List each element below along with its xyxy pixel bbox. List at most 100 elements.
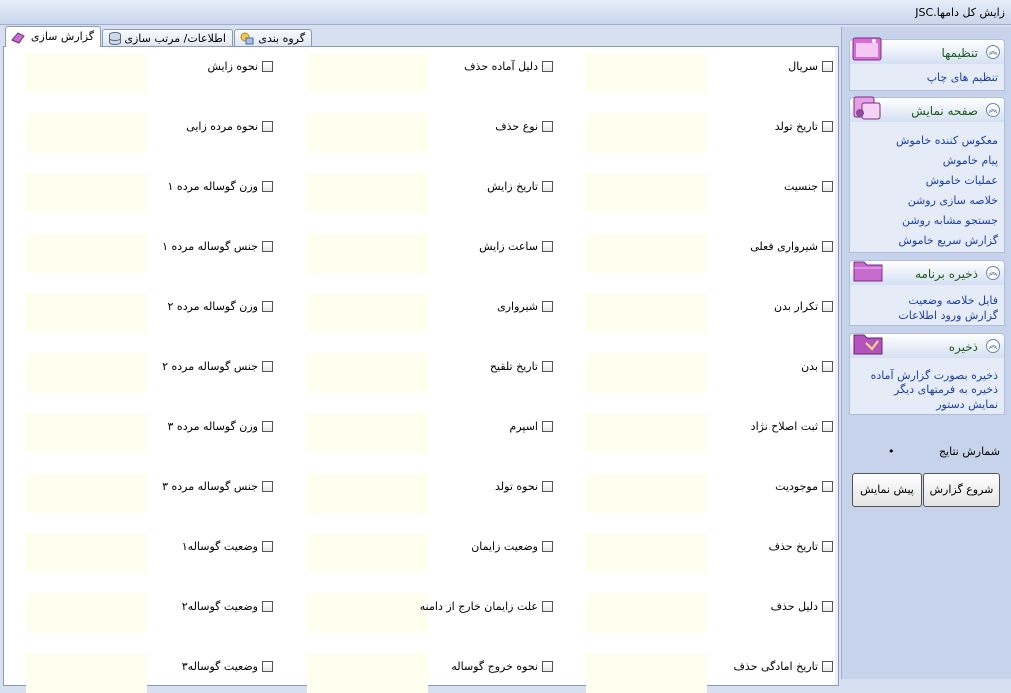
field-value-cell [586,113,707,153]
window-title: زايش کل دامها.JSC [915,6,1005,19]
group-header-settings[interactable]: تنظيمها ︽ [849,37,1005,65]
group-header-save[interactable]: ذخيره ︽ [849,333,1005,359]
field-checkbox[interactable] [262,541,273,552]
field-value-cell [586,473,707,513]
link-operations-off[interactable]: عمليات خاموش [926,174,998,187]
field-checkbox[interactable] [542,601,553,612]
field-checkbox[interactable] [542,541,553,552]
link-similar-search-on[interactable]: جستجو مشابه روشن [902,214,998,227]
group-body-save: ذخيره بصورت گزارش آماده ذخيره به فرمتهای… [849,358,1005,415]
settings-window-icon [852,37,882,61]
field-value-cell [307,53,428,93]
field-label: نحوه خروج گوساله [451,660,538,673]
field-checkbox[interactable] [822,181,833,192]
field-checkbox[interactable] [262,361,273,372]
field-checkbox[interactable] [542,121,553,132]
field-label: وضعيت گوساله۱ [181,540,258,553]
tab-data-sort[interactable]: اطلاعات/ مرتب سازی [102,29,233,46]
field-checkbox[interactable] [822,121,833,132]
vertical-scrollbar[interactable] [835,47,838,685]
field-label: وزن گوساله مرده ۳ [167,420,258,433]
tab-grouping[interactable]: گروه بندی [234,29,312,46]
field-checkbox[interactable] [262,181,273,192]
field-checkbox[interactable] [822,301,833,312]
collapse-icon[interactable]: ︽ [986,45,1000,59]
field-checkbox[interactable] [822,541,833,552]
field-checkbox[interactable] [542,361,553,372]
field-checkbox[interactable] [822,421,833,432]
field-value-cell [26,593,147,633]
field-checkbox[interactable] [262,601,273,612]
field-checkbox[interactable] [822,61,833,72]
link-summary-on[interactable]: خلاصه سازی روشن [908,194,998,207]
link-status-summary-file[interactable]: فايل خلاصه وضعيت [908,294,998,307]
field-checkbox[interactable] [822,481,833,492]
field-checkbox[interactable] [822,661,833,672]
field-label: جنس گوساله مرده ۲ [162,360,258,373]
start-report-button[interactable]: شروع گزارش [923,473,1000,507]
save-folder-icon [853,334,883,355]
field-checkbox[interactable] [542,61,553,72]
field-value-cell [307,533,428,573]
field-value-cell [26,413,147,453]
database-icon [109,32,121,45]
link-data-entry-report[interactable]: گزارش ورود اطلاعات [898,309,998,322]
field-value-cell [586,413,707,453]
link-save-as-ready-report[interactable]: ذخيره بصورت گزارش آماده [871,369,998,382]
field-value-cell [26,533,147,573]
collapse-icon[interactable]: ︽ [986,266,1000,280]
display-icon [853,96,881,120]
collapse-icon[interactable]: ︽ [986,339,1000,353]
tab-report-builder[interactable]: گزارش سازی [5,26,101,47]
field-checkbox[interactable] [822,361,833,372]
link-inverter-off[interactable]: معکوس کننده خاموش [896,134,998,147]
group-header-display[interactable]: صفحه نمايش ︽ [849,96,1005,123]
field-value-cell [307,413,428,453]
field-checkbox[interactable] [542,181,553,192]
field-label: بدن [801,360,818,373]
tab-label: اطلاعات/ مرتب سازی [124,32,226,45]
field-label: تاريخ زايش [487,180,538,193]
field-label: نحوه تولد [495,480,538,493]
field-label: نوع حذف [495,120,538,133]
group-header-save-program[interactable]: ذخيره برنامه ︽ [849,260,1005,286]
field-checkbox[interactable] [542,301,553,312]
field-label: دليل حذف [770,600,818,613]
field-label: جنس گوساله مرده ۱ [162,240,258,253]
field-checkbox[interactable] [822,241,833,252]
link-print-settings[interactable]: تنظيم های چاپ [927,71,998,84]
field-checkbox[interactable] [262,301,273,312]
field-label: شيرواری [497,300,538,313]
field-value-cell [26,473,147,513]
field-checkbox[interactable] [262,241,273,252]
task-sidebar: تنظيمها ︽ تنظيم های چاپ صفحه نمايش ︽ معک… [841,27,1011,679]
field-checkbox[interactable] [542,241,553,252]
field-label: ساعت زايش [479,240,538,253]
preview-button[interactable]: پيش نمايش [852,473,922,507]
field-label: شيرواری فعلی [750,240,818,253]
link-show-command[interactable]: نمايش دستور [936,398,998,411]
field-value-cell [26,233,147,273]
field-checkbox[interactable] [262,481,273,492]
field-value-cell [307,233,428,273]
link-message-off[interactable]: پيام خاموش [943,154,998,167]
field-checkbox[interactable] [262,121,273,132]
field-checkbox[interactable] [542,661,553,672]
field-label: موجوديت [775,480,818,493]
field-label: سريال [788,60,818,73]
link-quick-report-off[interactable]: گزارش سريع خاموش [899,234,998,247]
group-title: صفحه نمايش [911,104,978,118]
field-checkbox[interactable] [822,601,833,612]
field-checkbox[interactable] [262,61,273,72]
field-checkbox[interactable] [262,421,273,432]
group-body-settings: تنظيم های چاپ [849,64,1005,91]
field-checkbox[interactable] [542,481,553,492]
collapse-icon[interactable]: ︽ [986,103,1000,117]
field-label: نحوه مرده زايی [186,120,258,133]
link-save-other-formats[interactable]: ذخيره به فرمتهای ديگر [894,383,998,396]
field-value-cell [26,653,147,693]
field-checkbox[interactable] [542,421,553,432]
tab-label: گروه بندی [258,32,305,45]
field-checkbox[interactable] [262,661,273,672]
field-value-cell [307,353,428,393]
